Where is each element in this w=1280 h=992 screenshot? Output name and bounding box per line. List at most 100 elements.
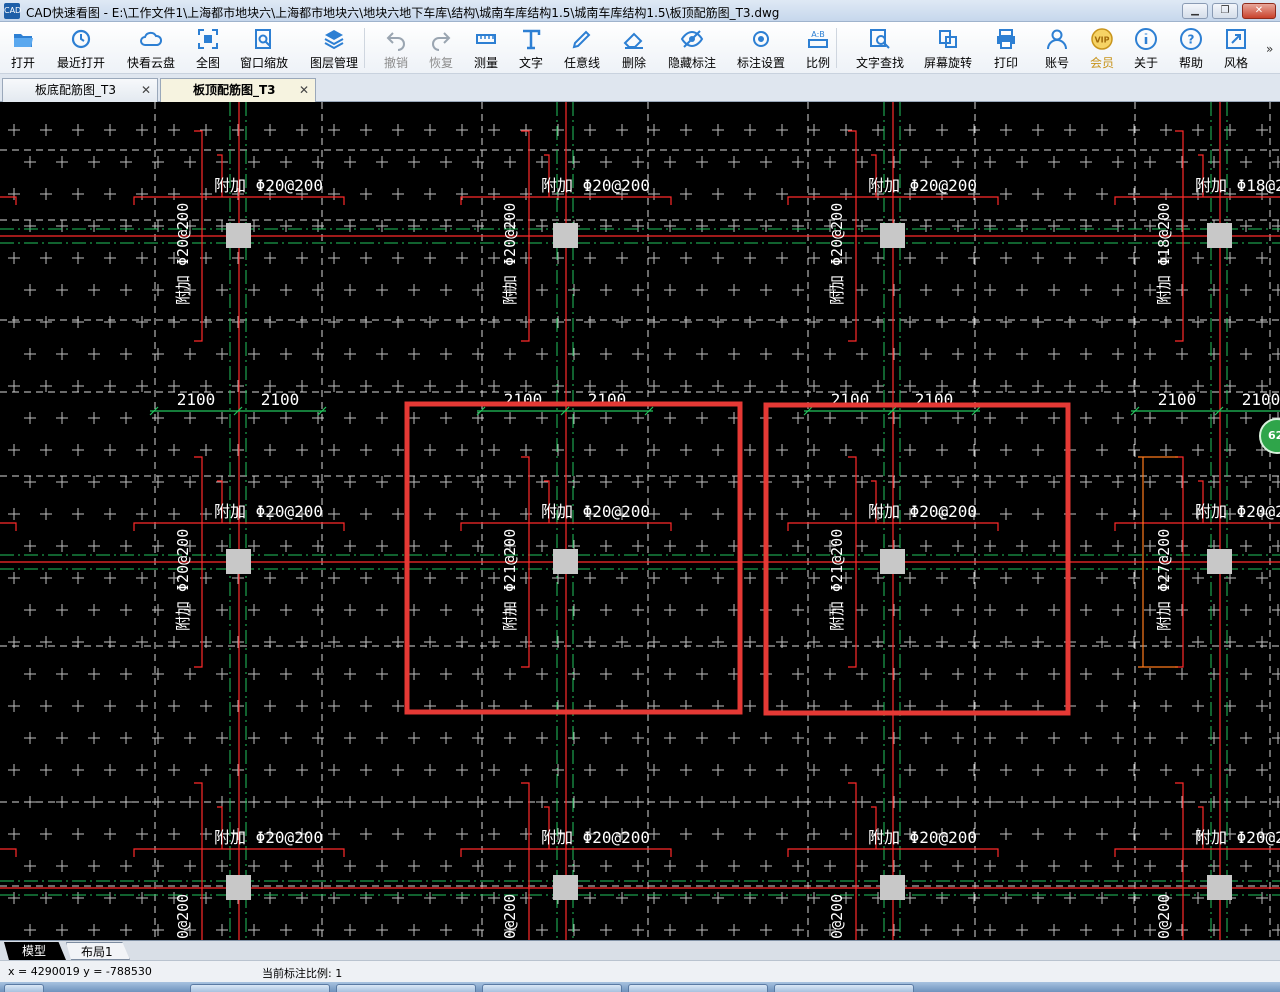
- hatch-cross: [1112, 348, 1124, 360]
- doc-tab-bottom-rebar[interactable]: 板底配筋图_T3 ✕: [2, 78, 158, 102]
- hatch-cross: [1048, 732, 1060, 744]
- toolbar-button-layers[interactable]: 图层管理: [298, 24, 370, 72]
- hatch-cross: [1208, 860, 1220, 872]
- hatch-cross: [456, 892, 468, 904]
- toolbar-button-eraser[interactable]: 删除: [610, 24, 658, 72]
- toolbar-button-window-zoom[interactable]: 窗口缩放: [230, 24, 298, 72]
- hatch-cross: [600, 540, 612, 552]
- hatch-cross: [88, 540, 100, 552]
- hatch-cross: [792, 860, 804, 872]
- hatch-cross: [648, 572, 660, 584]
- hatch-cross: [1128, 252, 1140, 264]
- toolbar-button-printer[interactable]: 打印: [982, 24, 1030, 72]
- tab-layout1[interactable]: 布局1: [66, 942, 130, 960]
- taskbar-item[interactable]: [190, 984, 330, 992]
- hatch-cross: [680, 188, 692, 200]
- hatch-cross: [120, 924, 132, 936]
- hatch-cross: [920, 156, 932, 168]
- doc-tab-top-rebar[interactable]: 板顶配筋图_T3 ✕: [160, 78, 316, 102]
- hatch-cross: [24, 860, 36, 872]
- hatch-cross: [1048, 604, 1060, 616]
- hatch-cross: [344, 284, 356, 296]
- minimize-button[interactable]: ▁: [1182, 3, 1208, 19]
- hatch-cross: [1192, 316, 1204, 328]
- toolbar-button-scale-ratio[interactable]: A:B 比例: [796, 24, 840, 72]
- hatch-cross: [56, 156, 68, 168]
- hatch-cross: [88, 860, 100, 872]
- tab-close-icon[interactable]: ✕: [299, 79, 309, 101]
- toolbar-button-cloud[interactable]: 快看云盘: [116, 24, 186, 72]
- toolbar-button-pen[interactable]: 任意线: [554, 24, 610, 72]
- hatch-cross: [1272, 604, 1280, 616]
- taskbar-item[interactable]: [774, 984, 914, 992]
- restore-button[interactable]: ❐: [1212, 3, 1238, 19]
- toolbar-button-redo[interactable]: 恢复: [418, 24, 464, 72]
- toolbar-button-text-search[interactable]: 文字查找: [846, 24, 914, 72]
- tab-close-icon[interactable]: ✕: [141, 79, 151, 101]
- hatch-cross: [408, 924, 420, 936]
- hatch-cross: [568, 860, 580, 872]
- hatch-cross: [840, 828, 852, 840]
- toolbar-button-fit-all[interactable]: 全图: [186, 24, 230, 72]
- toolbar-button-text[interactable]: 文字: [508, 24, 554, 72]
- toolbar-button-annotation-settings[interactable]: 标注设置: [726, 24, 796, 72]
- hatch-cross: [1144, 668, 1156, 680]
- hatch-cross: [552, 252, 564, 264]
- hatch-cross: [856, 156, 868, 168]
- drawing-canvas[interactable]: 2100 2100 2100 2100 2100 2100 2100 2100 附加 Φ20@2…: [0, 102, 1280, 940]
- hatch-cross: [1176, 476, 1188, 488]
- hatch-cross: [1048, 860, 1060, 872]
- taskbar-item[interactable]: [482, 984, 622, 992]
- hatch-cross: [232, 700, 244, 712]
- hatch-cross: [56, 732, 68, 744]
- toolbar-button-vip[interactable]: VIP 会员: [1080, 24, 1124, 72]
- hatch-cross: [792, 476, 804, 488]
- hatch-cross: [552, 444, 564, 456]
- toolbar-overflow-button[interactable]: »: [1266, 42, 1273, 56]
- annotation-scale-label: 当前标注比例: 1: [262, 967, 343, 980]
- toolbar-button-undo[interactable]: 撤销: [374, 24, 418, 72]
- toolbar-button-help[interactable]: ? 帮助: [1168, 24, 1214, 72]
- taskbar-item[interactable]: [628, 984, 768, 992]
- doc-tab-label: 板顶配筋图_T3: [193, 83, 276, 97]
- layout-tab-bar: 模型 布局1: [0, 940, 1280, 960]
- hatch-cross: [1032, 252, 1044, 264]
- hatch-cross: [1128, 572, 1140, 584]
- taskbar-item[interactable]: [336, 984, 476, 992]
- hatch-cross: [616, 444, 628, 456]
- toolbar-button-eye-hide[interactable]: 隐藏标注: [658, 24, 726, 72]
- hatch-cross: [1128, 700, 1140, 712]
- hatch-cross: [984, 924, 996, 936]
- toolbar-button-screen-rotate[interactable]: 屏幕旋转: [914, 24, 982, 72]
- hatch-cross: [952, 220, 964, 232]
- hatch-cross: [24, 924, 36, 936]
- hatch-cross: [888, 924, 900, 936]
- hatch-cross: [536, 732, 548, 744]
- hatch-cross: [824, 348, 836, 360]
- hatch-cross: [536, 412, 548, 424]
- hatch-cross: [664, 412, 676, 424]
- toolbar-button-history[interactable]: 最近打开: [46, 24, 116, 72]
- toolbar-button-user[interactable]: 账号: [1034, 24, 1080, 72]
- hatch-cross: [1240, 220, 1252, 232]
- hatch-cross: [392, 444, 404, 456]
- rebar-label: 附加 Φ20@200: [214, 828, 323, 847]
- toolbar-button-info[interactable]: 关于: [1124, 24, 1168, 72]
- hatch-cross: [376, 284, 388, 296]
- toolbar-button-style[interactable]: 风格: [1214, 24, 1258, 72]
- taskbar-start-button[interactable]: [4, 984, 44, 992]
- hatch-cross: [808, 124, 820, 136]
- toolbar-button-label: 撤销: [383, 56, 408, 70]
- toolbar-separator: [364, 28, 365, 68]
- close-window-button[interactable]: ✕: [1242, 3, 1276, 19]
- hatch-cross: [1112, 732, 1124, 744]
- hatch-cross: [664, 604, 676, 616]
- hatch-cross: [1272, 860, 1280, 872]
- toolbar-button-folder-open[interactable]: 打开: [0, 24, 46, 72]
- hatch-cross: [200, 444, 212, 456]
- hatch-cross: [1016, 604, 1028, 616]
- hatch-cross: [1256, 252, 1268, 264]
- toolbar-button-measure[interactable]: 测量: [464, 24, 508, 72]
- tab-model[interactable]: 模型: [4, 942, 66, 960]
- hatch-cross: [296, 124, 308, 136]
